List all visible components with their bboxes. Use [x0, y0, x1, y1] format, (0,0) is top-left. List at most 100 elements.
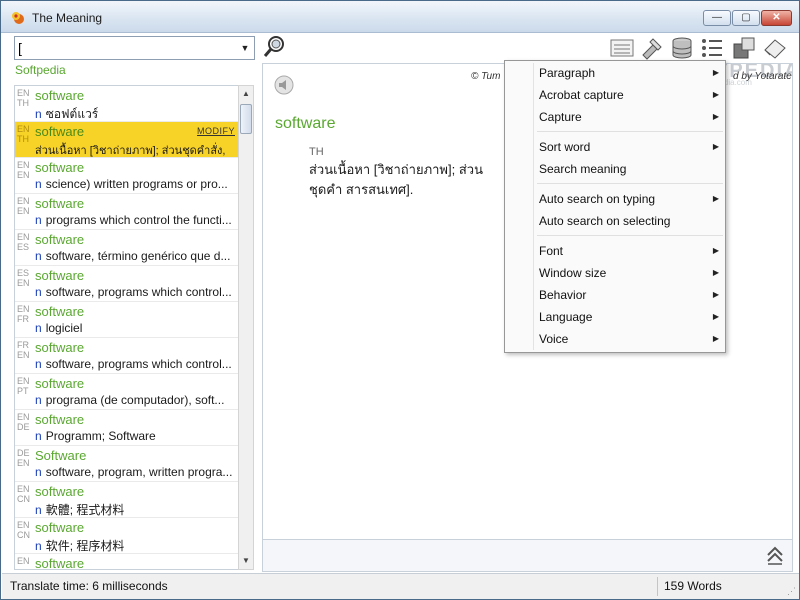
list-item[interactable]: EN TH software MODIFY ส่วนเนื้อหา [วิชาถ่ายภ… [15, 122, 239, 158]
tools-icon[interactable] [639, 35, 665, 61]
search-input[interactable] [18, 38, 233, 58]
menu-item-search-meaning[interactable]: Search meaning [539, 159, 719, 179]
list-item-meaning: n software, término genérico que d... [35, 249, 231, 263]
language-pair: ES EN [17, 268, 30, 288]
list-item[interactable]: FR EN software n software, programs which co… [15, 338, 239, 374]
language-pair: EN FR [17, 304, 30, 324]
language-pair: EN CN [17, 484, 30, 504]
minimize-button[interactable]: — [703, 10, 731, 26]
list-item-meaning: n 軟體; 程式材料 [35, 503, 125, 517]
window-mode-icon[interactable] [731, 35, 757, 61]
menu-item-voice[interactable]: Voice ▶ [539, 329, 719, 349]
window-title: The Meaning [32, 11, 103, 25]
target-language: TH [309, 146, 324, 158]
list-item-word: software [35, 484, 85, 499]
menu-item-sort-word[interactable]: Sort word ▶ [539, 137, 719, 157]
menu-separator [537, 235, 723, 236]
word-count: 159 Words [664, 579, 722, 593]
part-of-speech: n [35, 213, 42, 227]
chevron-right-icon: ▶ [712, 334, 719, 343]
list-item[interactable]: EN software [15, 554, 239, 570]
menu-separator [537, 183, 723, 184]
list-item-word: software [35, 340, 85, 355]
list-item-meaning: n 软件; 程序材料 [35, 539, 125, 553]
list-item[interactable]: EN EN software n science) written programs o… [15, 158, 239, 194]
database-icon[interactable] [669, 35, 695, 61]
list-item-word: Software [35, 448, 87, 463]
language-pair: EN [17, 556, 30, 566]
note-icon[interactable] [609, 35, 635, 61]
menu-item-behavior[interactable]: Behavior ▶ [539, 285, 719, 305]
language-pair: EN EN [17, 196, 30, 216]
list-item[interactable]: DE EN Software n software, program, written … [15, 446, 239, 482]
chevron-right-icon: ▶ [712, 112, 719, 121]
speaker-icon[interactable] [273, 74, 295, 96]
list-item-meaning: n programa (de computador), soft... [35, 393, 225, 407]
app-icon [12, 12, 24, 24]
part-of-speech: n [35, 321, 42, 335]
list-item-word: software [35, 412, 85, 427]
brand-label: Softpedia [15, 63, 66, 77]
chevron-right-icon: ▶ [712, 68, 719, 77]
part-of-speech: n [35, 393, 42, 407]
list-icon[interactable] [699, 35, 725, 61]
part-of-speech: n [35, 357, 42, 371]
chevron-right-icon: ▶ [712, 142, 719, 151]
language-pair: DE EN [17, 448, 30, 468]
menu-item-acrobat-capture[interactable]: Acrobat capture ▶ [539, 85, 719, 105]
list-item-word: software [35, 268, 85, 283]
chevron-right-icon: ▶ [712, 268, 719, 277]
word-list[interactable]: EN TH software n ซอฟต์แวร์ EN TH software MODIFY… [14, 85, 254, 570]
part-of-speech: n [35, 539, 42, 553]
scroll-up-icon[interactable]: ▲ [239, 86, 253, 102]
list-item-meaning: n programs which control the functi... [35, 213, 232, 227]
menu-item-window-size[interactable]: Window size ▶ [539, 263, 719, 283]
part-of-speech: n [35, 107, 42, 121]
menu-item-auto-search-on-typing[interactable]: Auto search on typing ▶ [539, 189, 719, 209]
scroll-to-top-icon[interactable] [766, 545, 784, 565]
list-item-word: software [35, 304, 85, 319]
chevron-right-icon: ▶ [712, 290, 719, 299]
list-item[interactable]: EN TH software n ซอฟต์แวร์ [15, 86, 239, 122]
list-item-word: software [35, 160, 85, 175]
language-pair: EN EN [17, 160, 30, 180]
close-button[interactable]: ✕ [761, 10, 792, 26]
list-item[interactable]: EN DE software n Programm; Software [15, 410, 239, 446]
list-item[interactable]: EN FR software n logiciel [15, 302, 239, 338]
app-window: The Meaning — ▢ ✕ ▼ Softpedia EN [0, 0, 800, 600]
chevron-down-icon[interactable]: ▼ [238, 39, 252, 57]
resize-grip-icon[interactable]: ⋰ [787, 586, 796, 597]
chevron-right-icon: ▶ [712, 312, 719, 321]
language-pair: EN ES [17, 232, 30, 252]
language-pair: EN CN [17, 520, 30, 540]
translation-text: ส่วนเนื้อหา [วิชาถ่ายภาพ]; ส่วนชุดคำ สาร… [309, 162, 483, 197]
list-item-word: software [35, 376, 85, 391]
maximize-button[interactable]: ▢ [732, 10, 760, 26]
list-item[interactable]: EN ES software n software, término genérico … [15, 230, 239, 266]
list-item[interactable]: EN CN software n 軟體; 程式材料 [15, 482, 239, 518]
list-item[interactable]: ES EN software n software, programs which co… [15, 266, 239, 302]
search-combobox[interactable]: ▼ [14, 36, 255, 60]
list-item[interactable]: EN EN software n programs which control the … [15, 194, 239, 230]
part-of-speech: n [35, 465, 42, 479]
scroll-down-icon[interactable]: ▼ [239, 553, 253, 569]
pane-footer [263, 539, 792, 571]
menu-item-font[interactable]: Font ▶ [539, 241, 719, 261]
chevron-right-icon: ▶ [712, 194, 719, 203]
modify-link[interactable]: MODIFY [197, 126, 235, 136]
eraser-icon[interactable] [762, 35, 788, 61]
context-menu: Paragraph ▶ Acrobat capture ▶ Capture ▶ Sort w… [504, 60, 726, 353]
part-of-speech: n [35, 249, 42, 263]
list-item-word: software [35, 556, 85, 570]
list-item-word: software [35, 520, 85, 535]
list-item[interactable]: EN PT software n programa (de computador), s… [15, 374, 239, 410]
menu-separator [537, 131, 723, 132]
search-icon[interactable] [262, 34, 288, 60]
menu-item-auto-search-on-selecting[interactable]: Auto search on selecting [539, 211, 719, 231]
list-scrollbar[interactable]: ▲ ▼ [238, 85, 254, 570]
scroll-thumb[interactable] [240, 104, 252, 134]
menu-item-language[interactable]: Language ▶ [539, 307, 719, 327]
list-item[interactable]: EN CN software n 软件; 程序材料 [15, 518, 239, 554]
menu-item-paragraph[interactable]: Paragraph ▶ [539, 63, 719, 83]
menu-item-capture[interactable]: Capture ▶ [539, 107, 719, 127]
